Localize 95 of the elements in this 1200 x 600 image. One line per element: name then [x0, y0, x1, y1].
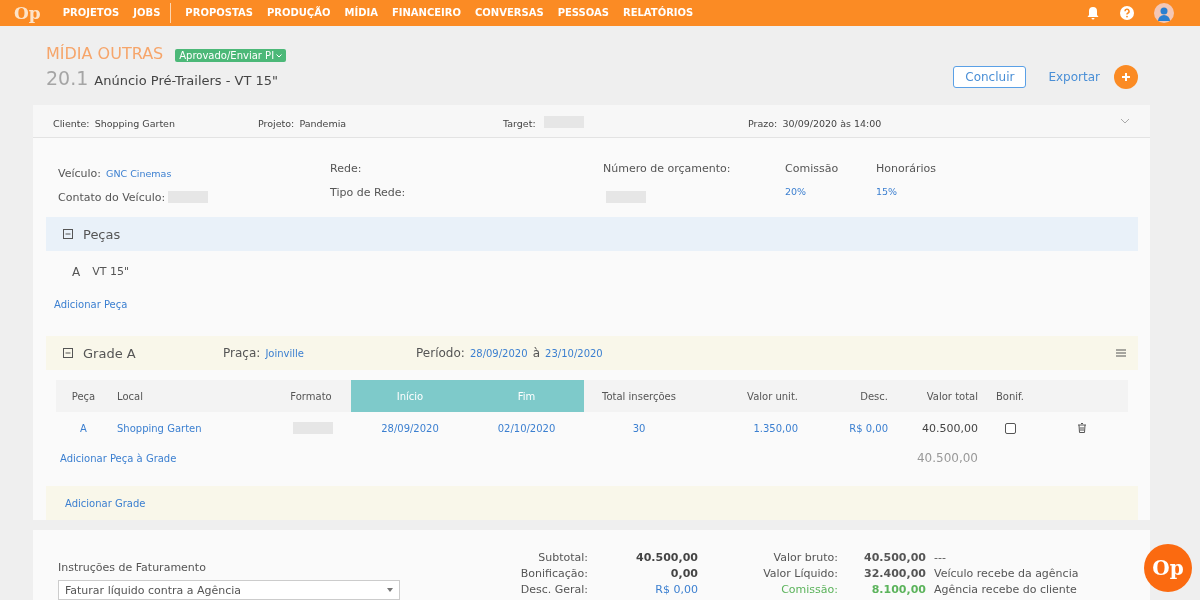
field-label: Número de orçamento: — [603, 162, 732, 177]
commission-value[interactable]: 20% — [785, 186, 876, 205]
billing-select[interactable]: Faturar líquido contra a Agência — [58, 580, 400, 600]
column-header: Fim — [469, 380, 584, 412]
collapse-icon[interactable] — [63, 229, 73, 239]
value-amount: 32.400,00 — [863, 566, 926, 582]
add-grade-link[interactable]: Adicionar Grade — [65, 497, 146, 509]
field-label: Veículo: — [58, 167, 101, 180]
bonus-checkbox[interactable] — [1004, 422, 1016, 434]
plus-icon — [1121, 72, 1131, 82]
caret-icon — [387, 588, 393, 592]
field-label: Comissão — [785, 162, 840, 177]
total-value: 40.500,00 — [635, 550, 698, 566]
column-header: Formato — [289, 389, 333, 404]
table-cell[interactable]: R$ 0,00 — [804, 422, 894, 434]
period-separator: à — [532, 346, 540, 360]
grade-total: 40.500,00 — [915, 451, 979, 465]
item-number: 20.1 — [46, 67, 89, 89]
chevron-icon — [276, 53, 283, 58]
summary-label: Prazo: — [748, 117, 778, 129]
column-header: Total inserções — [601, 389, 677, 404]
piece-name: VT 15" — [92, 265, 130, 279]
value-label: Valor bruto: — [772, 550, 838, 566]
total-label: Subtotal: — [537, 550, 588, 566]
nav-link[interactable]: PROJETOS — [62, 3, 120, 23]
section-title: Peças — [83, 226, 121, 242]
column-header: Desc. — [859, 389, 889, 404]
nav-link[interactable]: PRODUÇÃO — [266, 3, 331, 23]
finish-button[interactable]: Concluir — [953, 66, 1027, 88]
trash-icon[interactable] — [1078, 423, 1086, 433]
export-link[interactable]: Exportar — [1048, 70, 1100, 84]
avatar-icon[interactable] — [1154, 3, 1174, 23]
nav-link[interactable]: RELATÓRIOS — [622, 3, 694, 23]
field-label: Instruções de Faturamento — [58, 561, 206, 574]
nav-link[interactable]: PESSOAS — [557, 3, 609, 23]
bell-icon[interactable] — [1086, 6, 1100, 20]
value-label: Valor Líquido: — [762, 566, 838, 582]
date-link[interactable]: 28/09/2020 — [469, 347, 528, 359]
add-button[interactable] — [1114, 65, 1138, 89]
value-amount: 8.100,00 — [870, 582, 926, 598]
table-cell-text: A — [79, 422, 88, 434]
section-title: Grade A — [83, 345, 137, 361]
nav-link[interactable]: FINANCEIRO — [391, 3, 461, 23]
menu-icon[interactable] — [1116, 349, 1126, 357]
collapse-icon[interactable] — [63, 348, 73, 358]
summary-value: Shopping Garten — [94, 117, 175, 129]
item-title: Anúncio Pré-Trailers - VT 15" — [94, 73, 279, 88]
table-cell-text: 40.500,00 — [921, 421, 979, 435]
column-header: Peça — [70, 389, 97, 404]
fees-value[interactable]: 15% — [876, 186, 1126, 205]
summary-label: Cliente: — [53, 117, 90, 129]
place-link[interactable]: Joinville — [265, 347, 304, 359]
section-title: MÍDIA OUTRAS — [46, 44, 164, 63]
nav-link[interactable]: CONVERSAS — [475, 3, 544, 23]
summary-label: Target: — [503, 117, 536, 129]
add-piece-link[interactable]: Adicionar Peça — [54, 299, 128, 310]
value-note: Agência recebe do cliente — [934, 582, 1078, 598]
column-header: Início — [351, 380, 469, 412]
column-header: Valor unit. — [746, 389, 799, 404]
summary-value: 30/09/2020 às 14:00 — [782, 117, 882, 129]
field-label: Período: — [416, 346, 465, 360]
nav-link[interactable]: MÍDIA — [344, 3, 378, 23]
help-icon[interactable] — [1120, 6, 1134, 20]
column-header: Local — [116, 389, 144, 404]
piece-letter: A — [72, 265, 81, 279]
total-value: 0,00 — [669, 566, 698, 582]
table-cell[interactable]: 30 — [584, 422, 694, 434]
summary-value: Pandemia — [299, 117, 347, 129]
value-note: --- — [934, 550, 947, 566]
total-value: R$ 0,00 — [654, 582, 698, 598]
column-header: Bonif. — [994, 389, 1026, 404]
chevron-icon[interactable] — [1120, 118, 1130, 124]
nav-link[interactable]: PROPOSTAS — [185, 3, 253, 23]
column-header: Valor total — [925, 389, 979, 404]
table-cell[interactable]: 02/10/2020 — [469, 422, 584, 434]
add-row-link[interactable]: Adicionar Peça à Grade — [56, 452, 351, 464]
table-cell[interactable]: 28/09/2020 — [351, 422, 469, 434]
field-label: Honorários — [876, 162, 937, 177]
field-label: Rede: — [330, 162, 363, 177]
field-label: Praça: — [223, 346, 261, 360]
field-label: Contato do Veículo: — [58, 191, 166, 204]
value-note: Veículo recebe da agência — [934, 566, 1080, 582]
value-amount: 40.500,00 — [863, 550, 926, 566]
nav-link[interactable]: JOBS — [133, 3, 172, 23]
status-dropdown[interactable]: Aprovado/Enviar PI — [175, 49, 287, 62]
total-label: Bonificação: — [519, 566, 588, 582]
date-link[interactable]: 23/10/2020 — [545, 347, 603, 359]
vehicle-link[interactable]: GNC Cinemas — [106, 168, 172, 179]
total-label: Desc. Geral: — [519, 582, 588, 598]
summary-label: Projeto: — [258, 117, 295, 129]
table-cell[interactable]: 1.350,00 — [694, 422, 804, 434]
chat-button[interactable]: Op — [1144, 544, 1192, 592]
field-label: Tipo de Rede: — [330, 186, 407, 201]
table-cell[interactable]: Shopping Garten — [111, 422, 271, 434]
value-label: Comissão: — [780, 582, 838, 598]
